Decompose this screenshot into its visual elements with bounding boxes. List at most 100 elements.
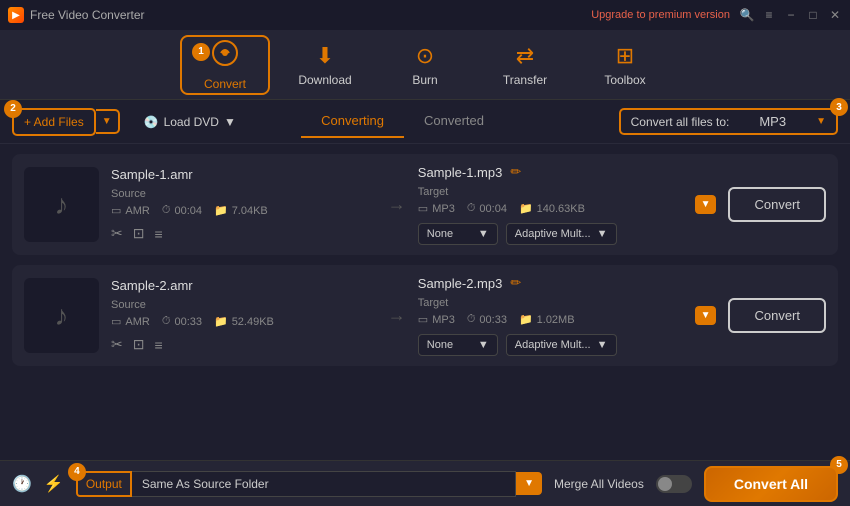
clock-icon-1: ⏱ bbox=[162, 204, 171, 217]
target-meta-2: ▭ MP3 ⏱ 00:33 📁 1.02MB bbox=[418, 313, 683, 326]
folder-icon-1: 📁 bbox=[214, 204, 228, 217]
effect2-dropdown-1[interactable]: Adaptive Mult... ▼ bbox=[506, 223, 617, 245]
output-dropdown-button[interactable]: ▼ bbox=[516, 472, 542, 495]
target-dropdown-btn-2[interactable]: ▼ bbox=[695, 306, 717, 325]
menu-icon[interactable]: ≡ bbox=[762, 8, 776, 22]
convert-button-2[interactable]: Convert bbox=[728, 298, 826, 333]
toolbar-item-transfer[interactable]: ⇄ Transfer bbox=[480, 35, 570, 95]
merge-toggle[interactable] bbox=[656, 475, 692, 493]
crop-button-1[interactable]: ⊡ bbox=[133, 225, 145, 242]
add-files-badge: 2 bbox=[4, 100, 22, 118]
source-meta-2: ▭ AMR ⏱ 00:33 📁 52.49KB bbox=[111, 315, 376, 328]
source-label-2: Source bbox=[111, 299, 376, 311]
download-label: Download bbox=[298, 73, 351, 87]
source-duration-1: ⏱ 00:04 bbox=[162, 204, 202, 217]
minimize-icon[interactable]: − bbox=[784, 8, 798, 22]
target-dropdowns-2: None ▼ Adaptive Mult... ▼ bbox=[418, 334, 683, 356]
dvd-icon: 💿 bbox=[144, 115, 159, 129]
target-duration-1: ⏱ 00:04 bbox=[467, 202, 507, 215]
search-icon[interactable]: 🔍 bbox=[740, 8, 754, 22]
settings-button-2[interactable]: ≡ bbox=[154, 336, 162, 353]
effect2-arrow-1: ▼ bbox=[597, 228, 608, 240]
format-badge: 3 bbox=[830, 98, 848, 116]
cut-button-1[interactable]: ✂ bbox=[111, 225, 123, 242]
clock-icon-2: ⏱ bbox=[162, 315, 171, 328]
sub-toolbar: 2 + Add Files ▼ 💿 Load DVD ▼ Converting … bbox=[0, 100, 850, 144]
tab-converted[interactable]: Converted bbox=[404, 105, 504, 138]
music-note-icon-2: ♪ bbox=[55, 300, 69, 332]
convert-all-label: Convert all files to: bbox=[631, 115, 730, 129]
toggle-knob bbox=[658, 477, 672, 491]
convert-all-format-box[interactable]: Convert all files to: MP3 ▼ bbox=[619, 108, 838, 135]
target-duration-2: ⏱ 00:33 bbox=[467, 313, 507, 326]
edit-icon-2[interactable]: ✏ bbox=[510, 275, 521, 291]
upgrade-link[interactable]: Upgrade to premium version bbox=[591, 9, 730, 21]
settings-button-1[interactable]: ≡ bbox=[154, 225, 162, 242]
main-toolbar: 1 Convert ⬇ Download ⊙ Burn ⇄ Transfer ⊞… bbox=[0, 30, 850, 100]
effect2-dropdown-2[interactable]: Adaptive Mult... ▼ bbox=[506, 334, 617, 356]
format-value: MP3 bbox=[759, 114, 786, 129]
file-item-2: ♪ Sample-2.amr Source ▭ AMR ⏱ 00:33 📁 52… bbox=[12, 265, 838, 366]
arrow-icon-2: → bbox=[388, 305, 406, 326]
file-info-1: Sample-1.amr Source ▭ AMR ⏱ 00:04 📁 7.04… bbox=[111, 167, 376, 242]
load-dvd-label: Load DVD bbox=[164, 115, 219, 129]
target-dropdown-btn-1[interactable]: ▼ bbox=[695, 195, 717, 214]
clock-history-button[interactable]: 🕐 bbox=[12, 474, 32, 494]
source-size-2: 📁 52.49KB bbox=[214, 315, 274, 328]
toolbar-item-toolbox[interactable]: ⊞ Toolbox bbox=[580, 35, 670, 95]
convert-all-wrapper: 5 Convert All bbox=[704, 466, 838, 502]
target-clock-icon-2: ⏱ bbox=[467, 313, 476, 326]
file-actions-2: ✂ ⊡ ≡ bbox=[111, 336, 376, 353]
cut-button-2[interactable]: ✂ bbox=[111, 336, 123, 353]
burn-label: Burn bbox=[412, 73, 437, 87]
target-info-1: Sample-1.mp3 ✏ Target ▭ MP3 ⏱ 00:04 📁 14… bbox=[418, 164, 683, 245]
target-format-icon-2: ▭ bbox=[418, 313, 428, 326]
toolbar-item-download[interactable]: ⬇ Download bbox=[280, 35, 370, 95]
target-size-2: 📁 1.02MB bbox=[519, 313, 575, 326]
tab-group: Converting Converted bbox=[301, 105, 504, 138]
target-label-1: Target bbox=[418, 186, 683, 198]
tab-converting[interactable]: Converting bbox=[301, 105, 404, 138]
target-dropdowns-1: None ▼ Adaptive Mult... ▼ bbox=[418, 223, 683, 245]
music-note-icon-1: ♪ bbox=[55, 189, 69, 221]
edit-icon-1[interactable]: ✏ bbox=[510, 164, 521, 180]
transfer-icon: ⇄ bbox=[516, 43, 534, 69]
add-files-button[interactable]: 2 + Add Files bbox=[12, 108, 96, 136]
target-size-1: 📁 140.63KB bbox=[519, 202, 585, 215]
format-dropdown-arrow: ▼ bbox=[816, 116, 826, 127]
toolbar-item-burn[interactable]: ⊙ Burn bbox=[380, 35, 470, 95]
effect1-arrow-2: ▼ bbox=[478, 339, 489, 351]
convert-label: Convert bbox=[204, 77, 246, 91]
target-folder-icon-1: 📁 bbox=[519, 202, 533, 215]
add-files-group: 2 + Add Files ▼ bbox=[12, 108, 120, 136]
app-title: Free Video Converter bbox=[30, 8, 145, 22]
add-files-label: + Add Files bbox=[24, 115, 84, 129]
convert-icon bbox=[211, 39, 239, 73]
convert-all-button[interactable]: Convert All bbox=[704, 466, 838, 502]
window-controls: 🔍 ≡ − □ ✕ bbox=[740, 8, 842, 22]
convert-badge: 1 bbox=[192, 43, 210, 61]
title-bar: ▶ Free Video Converter Upgrade to premiu… bbox=[0, 0, 850, 30]
target-format-icon-1: ▭ bbox=[418, 202, 428, 215]
source-format-2: ▭ AMR bbox=[111, 315, 150, 328]
app-icon: ▶ bbox=[8, 7, 24, 23]
maximize-icon[interactable]: □ bbox=[806, 8, 820, 22]
convert-button-1[interactable]: Convert bbox=[728, 187, 826, 222]
lightning-button[interactable]: ⚡ bbox=[44, 474, 64, 494]
format-icon-1: ▭ bbox=[111, 204, 121, 217]
content-area: ♪ Sample-1.amr Source ▭ AMR ⏱ 00:04 📁 7.… bbox=[0, 144, 850, 460]
target-label-2: Target bbox=[418, 297, 683, 309]
effect1-dropdown-1[interactable]: None ▼ bbox=[418, 223, 498, 245]
output-path-input[interactable] bbox=[132, 471, 516, 497]
folder-icon-2: 📁 bbox=[214, 315, 228, 328]
file-item-1: ♪ Sample-1.amr Source ▭ AMR ⏱ 00:04 📁 7.… bbox=[12, 154, 838, 255]
effect1-dropdown-2[interactable]: None ▼ bbox=[418, 334, 498, 356]
close-icon[interactable]: ✕ bbox=[828, 8, 842, 22]
add-files-dropdown-button[interactable]: ▼ bbox=[96, 109, 120, 134]
download-icon: ⬇ bbox=[316, 43, 334, 69]
crop-button-2[interactable]: ⊡ bbox=[133, 336, 145, 353]
load-dvd-button[interactable]: 💿 Load DVD ▼ bbox=[136, 110, 244, 134]
effect1-arrow-1: ▼ bbox=[478, 228, 489, 240]
toolbar-item-convert[interactable]: 1 Convert bbox=[180, 35, 270, 95]
target-meta-1: ▭ MP3 ⏱ 00:04 📁 140.63KB bbox=[418, 202, 683, 215]
